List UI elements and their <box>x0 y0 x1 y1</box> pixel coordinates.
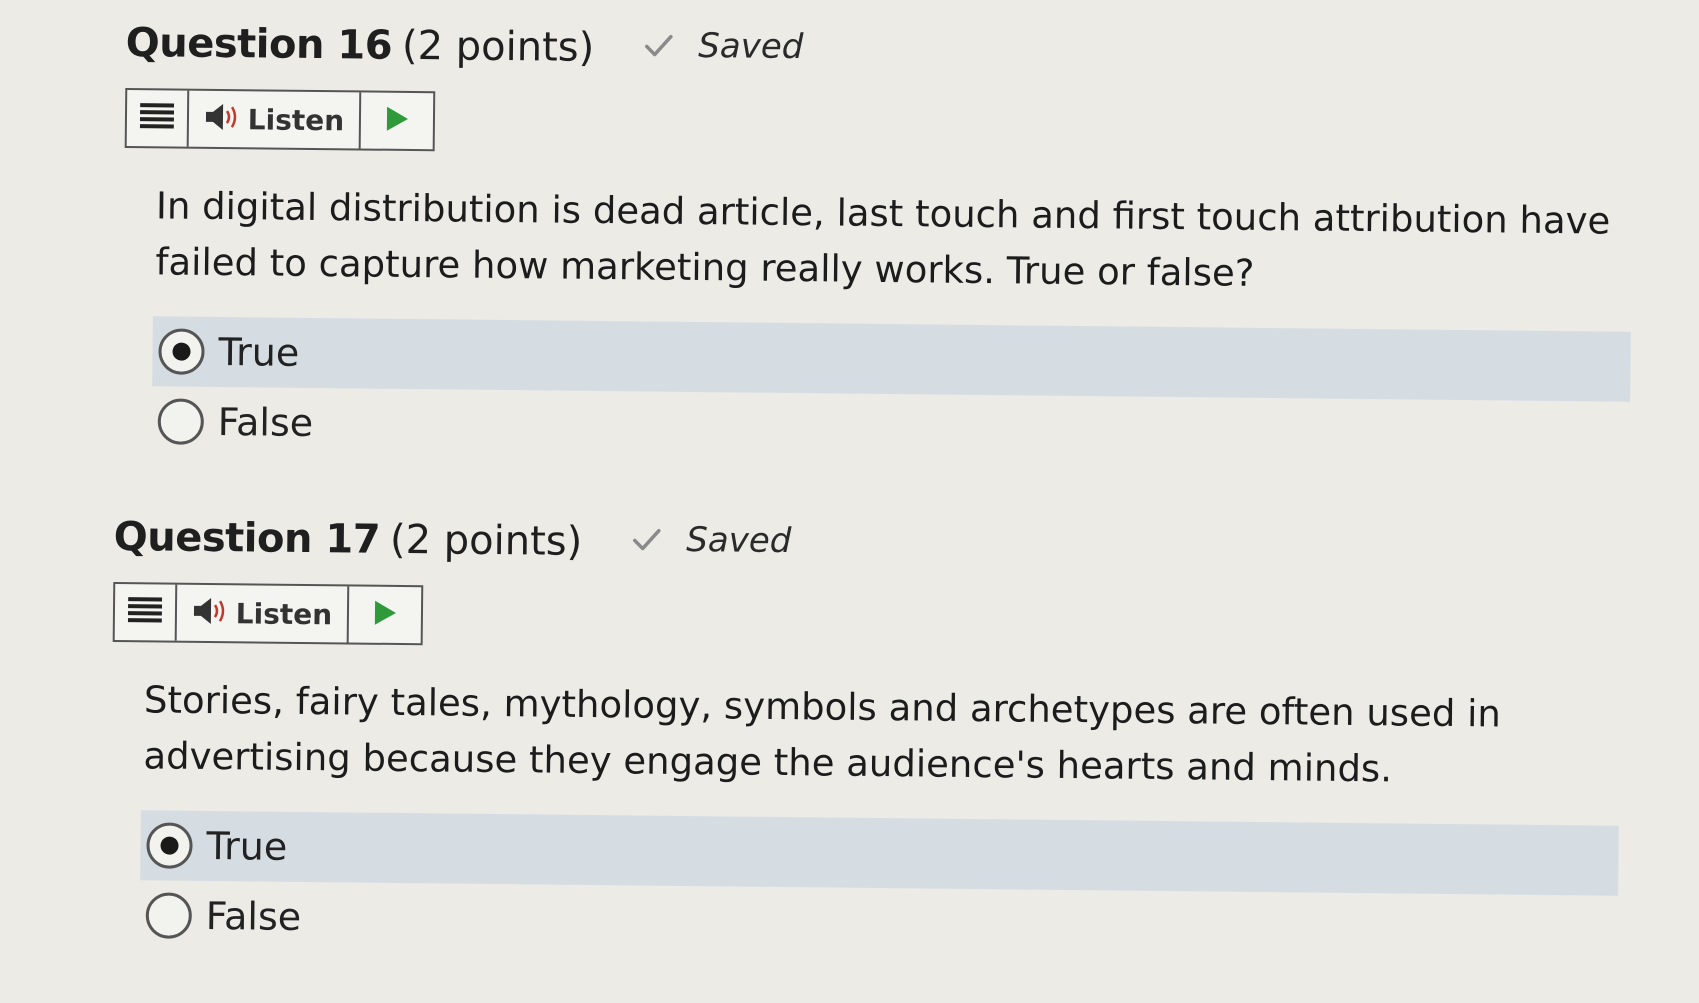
question-title: Question 17 <box>113 514 381 563</box>
option-false[interactable]: False <box>151 386 1630 471</box>
listen-toolbar: Listen <box>112 581 424 646</box>
speaker-icon <box>204 102 240 136</box>
question-points: (2 points) <box>389 516 583 565</box>
radio-button[interactable] <box>145 892 193 939</box>
answer-options: True False <box>139 810 1630 966</box>
question-points: (2 points) <box>401 22 595 71</box>
radio-button[interactable] <box>146 822 193 869</box>
question-title: Question 16 <box>125 20 393 69</box>
question-17: Question 17 (2 points) Saved Listen Stor… <box>109 514 1633 966</box>
saved-label: Saved <box>686 519 792 562</box>
listen-button[interactable]: Listen <box>188 90 362 149</box>
play-button[interactable] <box>349 586 422 643</box>
speaker-icon <box>192 596 228 630</box>
listen-label: Listen <box>247 102 345 137</box>
saved-label: Saved <box>698 25 804 68</box>
option-label: True <box>206 823 288 869</box>
saved-status: Saved <box>642 25 804 68</box>
question-text: Stories, fairy tales, mythology, symbols… <box>143 678 1502 791</box>
option-false[interactable]: False <box>139 880 1618 965</box>
answer-options: True False <box>151 316 1642 472</box>
option-label: False <box>217 399 314 445</box>
check-icon <box>630 523 662 555</box>
question-header: Question 16 (2 points) Saved <box>125 20 1646 100</box>
question-16: Question 16 (2 points) Saved Listen In d… <box>121 20 1645 472</box>
option-label: False <box>205 893 302 939</box>
saved-status: Saved <box>630 519 792 562</box>
play-button[interactable] <box>361 92 434 149</box>
check-icon <box>642 29 674 61</box>
listen-label: Listen <box>235 596 333 631</box>
menu-button[interactable] <box>126 90 190 147</box>
radio-dot <box>172 342 191 361</box>
option-label: True <box>218 329 300 375</box>
play-icon <box>373 600 397 630</box>
menu-button[interactable] <box>114 584 178 641</box>
question-text: In digital distribution is dead article,… <box>155 184 1611 295</box>
menu-icon <box>127 596 163 628</box>
listen-toolbar: Listen <box>124 87 436 152</box>
play-icon <box>385 106 409 136</box>
question-header: Question 17 (2 points) Saved <box>113 514 1634 594</box>
radio-button[interactable] <box>157 398 205 445</box>
listen-button[interactable]: Listen <box>176 584 350 643</box>
radio-button[interactable] <box>158 328 205 375</box>
menu-icon <box>139 102 175 134</box>
radio-dot <box>160 836 179 855</box>
